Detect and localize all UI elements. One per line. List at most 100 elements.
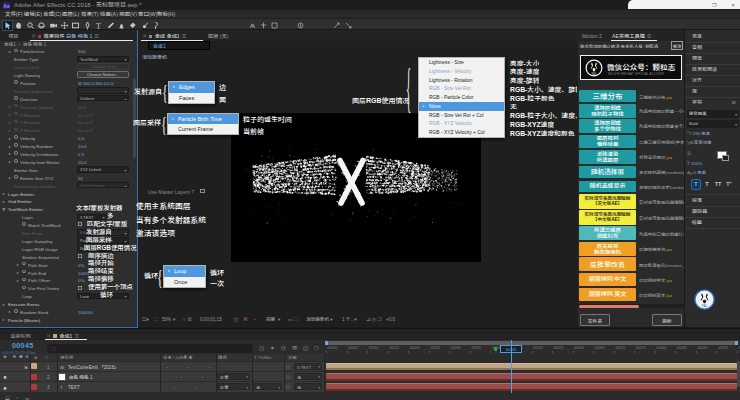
toolbar-extra-icon-3[interactable] bbox=[270, 21, 279, 30]
tab-project[interactable]: 项目 bbox=[8, 32, 18, 39]
roto-brush-tool-icon[interactable] bbox=[140, 21, 149, 30]
stroke-row[interactable]: ☰ bbox=[687, 151, 739, 155]
menu-文件[interactable]: 文件(F) bbox=[5, 12, 23, 17]
timeline-toolbar-icon-2[interactable]: ✦ bbox=[270, 344, 275, 352]
layer-visibility-eye-icon[interactable]: ◉ bbox=[3, 385, 7, 391]
param-value[interactable]: 0.0 bbox=[78, 135, 84, 141]
param-value[interactable]: 20.0 bbox=[78, 159, 87, 165]
script-button-2[interactable]: 选择层创建随机粒子物体 bbox=[579, 104, 636, 118]
layer-parent-dropdown[interactable]: 无▾ bbox=[294, 373, 322, 380]
font-size-row[interactable]: ᵀT 290 像素 bbox=[687, 131, 739, 135]
viewer-toolbar-item-2[interactable]: ⬚ bbox=[154, 317, 159, 322]
camera-tool-icon[interactable] bbox=[49, 21, 58, 30]
script-button-6[interactable]: 随机选择层 bbox=[579, 166, 636, 179]
menu-合成[interactable]: 合成(C) bbox=[43, 12, 61, 17]
viewer-toolbar-item-11[interactable]: ▾ bbox=[278, 317, 280, 322]
layer-switch[interactable]: · bbox=[172, 384, 177, 390]
viewer-toolbar-item-5[interactable]: ⊹ ▦ bbox=[182, 317, 192, 322]
layer-switch[interactable]: · bbox=[207, 364, 212, 370]
expander-arrow-icon[interactable]: ► bbox=[8, 112, 12, 117]
viewer-toolbar-item-14[interactable]: 1 个.. ▾ bbox=[342, 317, 357, 322]
param-value[interactable]: 0.5 bbox=[78, 151, 84, 157]
dock-panel-1[interactable]: 信息 bbox=[692, 33, 702, 38]
toolbar-extra-icon-4[interactable] bbox=[296, 21, 305, 30]
layer-mode-dropdown[interactable]: 正常▾ bbox=[217, 383, 250, 390]
stopwatch-icon[interactable] bbox=[22, 222, 26, 226]
work-area-end-handle[interactable] bbox=[735, 341, 738, 346]
menu-视图[interactable]: 视图(V) bbox=[119, 12, 137, 17]
param-value[interactable]: 500 bbox=[78, 48, 85, 54]
layer-duration-bar-3[interactable] bbox=[326, 383, 737, 391]
param-dropdown[interactable]: Text/Mask▾ bbox=[77, 56, 129, 62]
param-value[interactable]: 0%, bbox=[78, 262, 86, 268]
font-style-dropdown[interactable]: Bold▾ bbox=[687, 120, 739, 128]
layer-duration-bar-1[interactable] bbox=[326, 363, 737, 371]
stopwatch-icon[interactable] bbox=[14, 104, 18, 108]
param-value[interactable]: 20.0 bbox=[78, 104, 87, 110]
stopwatch-icon[interactable] bbox=[14, 151, 18, 155]
parent-pickwhip-icon[interactable]: ◎ bbox=[286, 384, 290, 390]
tab-effect-controls[interactable]: × 效果控件 白色 纯色 1 ≡ bbox=[31, 32, 99, 39]
parent-pickwhip-icon[interactable]: ◎ bbox=[286, 364, 290, 370]
effect-controls-scrollbar[interactable] bbox=[133, 78, 136, 158]
stopwatch-icon[interactable] bbox=[14, 159, 18, 163]
param-value[interactable]: 50 bbox=[78, 175, 83, 181]
viewer-toolbar-item-3[interactable]: 50% bbox=[162, 317, 171, 322]
timeline-toolbar-icon-1[interactable]: ◳ bbox=[259, 344, 264, 352]
stopwatch-icon[interactable] bbox=[14, 128, 18, 132]
current-frame-display[interactable]: 00045 bbox=[12, 342, 34, 349]
timeline-zoom-slider[interactable] bbox=[578, 394, 648, 400]
scrollbar-thumb[interactable] bbox=[579, 305, 639, 308]
clone-stamp-tool-icon[interactable] bbox=[117, 21, 126, 30]
menu-编辑[interactable]: 编辑(E) bbox=[24, 12, 42, 17]
viewer-toolbar-item-1[interactable]: ▤▾ bbox=[142, 317, 149, 322]
expander-arrow-icon[interactable]: ► bbox=[8, 104, 12, 109]
param-checkbox[interactable] bbox=[78, 222, 82, 226]
character-panel-header[interactable]: 字符 bbox=[692, 99, 702, 104]
param-value[interactable]: 0%, bbox=[78, 277, 86, 283]
dock-bottom-panel-2[interactable]: 跟踪器 bbox=[692, 208, 707, 213]
param-value[interactable]: 0x+0.0° bbox=[78, 127, 93, 133]
text-style-toggle-2[interactable]: T bbox=[703, 180, 711, 189]
stopwatch-icon[interactable] bbox=[22, 262, 26, 266]
layer-parent-dropdown[interactable]: 3.TEXT▾ bbox=[294, 363, 322, 370]
viewer-toolbar-item-4[interactable]: ▾ bbox=[173, 317, 175, 322]
param-dropdown[interactable]: XYZ Linked▾ bbox=[77, 166, 129, 172]
layer-switch[interactable]: · bbox=[165, 364, 170, 370]
viewer-toolbar-item-6[interactable]: 0;00;01;15 bbox=[200, 317, 222, 322]
param-checkbox[interactable] bbox=[78, 286, 82, 290]
orbit-camera-tool-icon[interactable] bbox=[37, 21, 46, 30]
viewer-toolbar-item-8[interactable]: ▣ bbox=[243, 317, 248, 322]
rectangle-tool-icon[interactable] bbox=[71, 21, 80, 30]
param-value[interactable]: 0x+0.0° bbox=[78, 119, 93, 125]
expander-arrow-icon[interactable]: ► bbox=[2, 317, 6, 322]
tab-script-toolbox[interactable]: AE实用工具箱 ≡ bbox=[612, 32, 652, 39]
expander-arrow-icon[interactable]: ► bbox=[8, 309, 12, 314]
param-button[interactable]: Choose Names... bbox=[77, 71, 129, 78]
viewer-toolbar-item-9[interactable]: ◔ bbox=[253, 317, 256, 322]
param-value[interactable]: 100000 bbox=[78, 309, 93, 315]
viewer-toolbar-item-10[interactable]: 完整 bbox=[266, 317, 275, 322]
layer-row-1[interactable]: ▣1▦TextCurveEmit 「2018」···◎3.TEXT▾ bbox=[0, 362, 325, 372]
timeline-bottom-icon-2[interactable]: ◔ bbox=[15, 395, 18, 400]
expander-arrow-icon[interactable]: ► bbox=[16, 270, 20, 275]
tab-composition-timeline[interactable]: × 合成1 ≡ bbox=[46, 332, 79, 339]
puppet-pin-tool-icon[interactable] bbox=[151, 21, 160, 30]
expander-arrow-icon[interactable]: ► bbox=[8, 120, 12, 125]
script-button-14[interactable]: 层层排列 英文 bbox=[579, 288, 636, 302]
character-panel-menu-icon[interactable]: ≡ bbox=[731, 99, 736, 104]
folder-button[interactable]: 文件夹 bbox=[580, 314, 610, 326]
expander-arrow-icon[interactable]: ► bbox=[8, 128, 12, 133]
timeline-toolbar-icon-3[interactable]: ⌬ bbox=[281, 344, 286, 352]
toolbar-extra-icon-1[interactable] bbox=[248, 21, 257, 30]
follow-button[interactable]: 关注 bbox=[671, 41, 683, 50]
param-value[interactable]: ⊞ 540.0,360.0,0.0 bbox=[78, 80, 113, 86]
menu-帮助[interactable]: 帮助(H) bbox=[157, 12, 175, 17]
param-button[interactable]: Choose Grid bbox=[77, 63, 129, 70]
dock-panel-2[interactable]: 音频 bbox=[692, 44, 702, 49]
text-style-toggle-3[interactable]: TT bbox=[714, 180, 722, 189]
script-button-7[interactable]: 随机选择显示 bbox=[579, 181, 636, 193]
expander-arrow-icon[interactable]: ► bbox=[2, 191, 6, 196]
layer-trkmat-dropdown[interactable]: 无▾ bbox=[253, 383, 282, 390]
toolbar-extra-icon-2[interactable] bbox=[259, 21, 268, 30]
